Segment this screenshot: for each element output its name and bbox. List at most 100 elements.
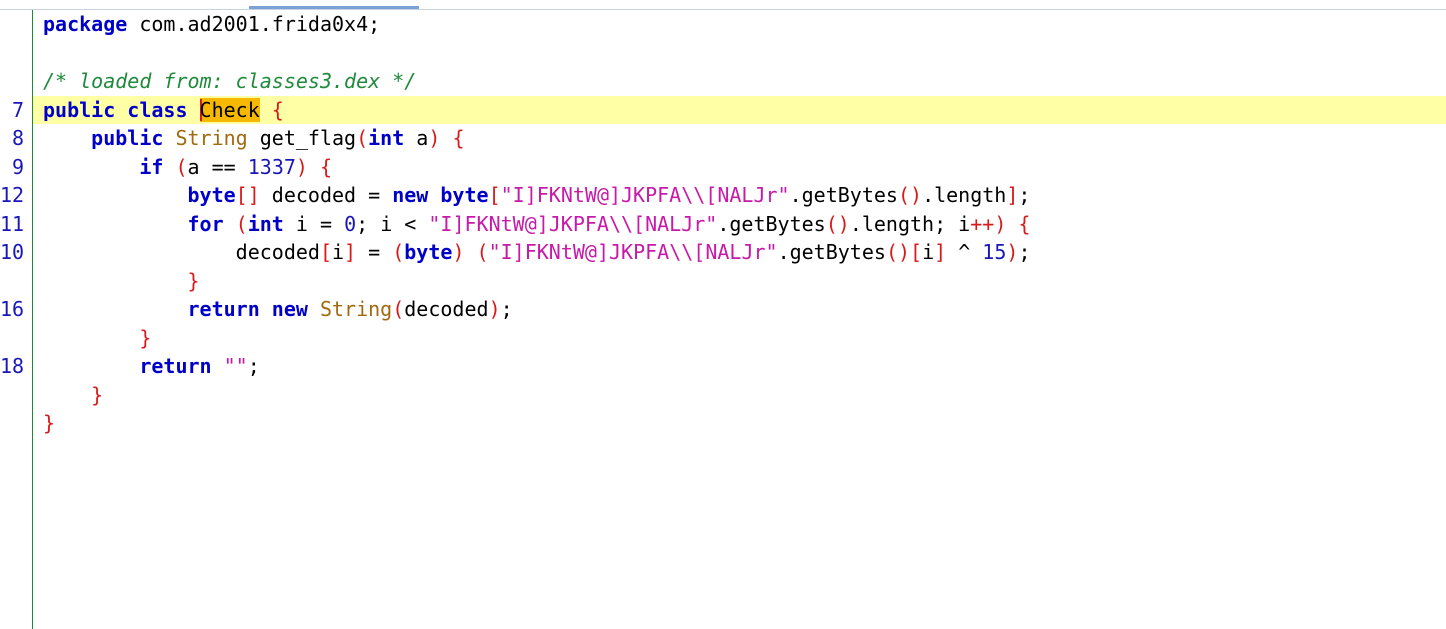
- code-line-comment[interactable]: /* loaded from: classes3.dex */: [33, 67, 1446, 96]
- brace: }: [139, 325, 152, 350]
- editor-tab-strip: [0, 0, 1446, 10]
- keyword: public: [91, 126, 164, 150]
- paren: (: [392, 240, 405, 264]
- increment: ++: [970, 211, 995, 236]
- paren: (: [163, 154, 188, 179]
- package-name: com.ad2001.frida0x4;: [127, 12, 381, 36]
- field: .length: [922, 183, 1007, 207]
- for-init: i =: [283, 211, 345, 236]
- class-name: Check: [199, 97, 260, 122]
- parens: (): [897, 183, 923, 207]
- paren: ): [488, 297, 501, 321]
- string-literal: "I]FKNtW@]JKPFA\\[NALJr": [500, 183, 790, 207]
- line-number: 12: [0, 183, 25, 207]
- brace: {: [259, 97, 284, 122]
- code-line-class-current[interactable]: public class Check {: [33, 95, 1446, 124]
- semicolon: ;: [500, 297, 513, 321]
- keyword: byte: [428, 183, 489, 207]
- code-line-package[interactable]: package com.ad2001.frida0x4;: [33, 10, 1446, 39]
- code-line-decl[interactable]: byte[] decoded = new byte["I]FKNtW@]JKPF…: [33, 181, 1446, 210]
- semicolon: ;: [1018, 240, 1031, 264]
- paren: ): [994, 211, 1007, 236]
- keyword: new: [259, 297, 308, 321]
- keyword: return: [139, 354, 212, 378]
- brace: {: [307, 154, 333, 179]
- assign: =: [356, 240, 393, 264]
- method-name: get_flag: [247, 126, 357, 150]
- number: 1337: [247, 154, 296, 179]
- keyword: int: [247, 211, 284, 236]
- keyword: if: [139, 154, 164, 179]
- keyword: new: [392, 183, 429, 207]
- brace: }: [91, 382, 104, 407]
- bracket: ]: [1006, 183, 1019, 207]
- line-number: 8: [11, 126, 24, 150]
- code-editor[interactable]: 7 8 9 12 11 10 16 18 package com.ad2001.…: [0, 0, 1446, 629]
- paren: (: [392, 297, 405, 321]
- string-literal: "": [211, 354, 248, 378]
- code-line-return-empty[interactable]: return "";: [33, 352, 1446, 381]
- code-line-return-string[interactable]: return new String(decoded);: [33, 295, 1446, 324]
- line-number: 9: [11, 154, 24, 179]
- brace: }: [43, 411, 56, 435]
- keyword: return: [187, 297, 260, 321]
- line-number: 7: [11, 97, 24, 122]
- method-call: .getBytes: [777, 240, 886, 264]
- keyword: public class: [43, 97, 200, 122]
- semicolon: ;: [247, 354, 260, 378]
- bracket: [: [488, 183, 501, 207]
- code-line-close-for[interactable]: }: [33, 267, 1446, 296]
- bracket: [: [910, 240, 923, 264]
- code-line-close-method[interactable]: }: [33, 381, 1446, 410]
- parens: (): [825, 211, 850, 236]
- code-line-method[interactable]: public String get_flag(int a) {: [33, 124, 1446, 153]
- brackets: []: [235, 183, 260, 207]
- brace: {: [1006, 211, 1031, 236]
- code-line-close-if[interactable]: }: [33, 324, 1446, 353]
- method-call: .getBytes: [789, 183, 898, 207]
- type: String: [307, 297, 393, 321]
- number: 0: [344, 211, 357, 236]
- code-line-if[interactable]: if (a == 1337) {: [33, 153, 1446, 182]
- bracket: ]: [344, 240, 357, 264]
- keyword: byte: [187, 183, 236, 207]
- paren: ): [452, 240, 465, 264]
- param: a: [404, 126, 429, 150]
- class-name-highlight[interactable]: Check: [199, 97, 260, 122]
- keyword: byte: [404, 240, 453, 264]
- code-line-close-class[interactable]: }: [33, 409, 1446, 438]
- arg: decoded: [404, 297, 489, 321]
- paren: ): [428, 126, 441, 150]
- paren: (: [464, 240, 489, 264]
- bracket: [: [319, 240, 332, 264]
- paren: ): [1006, 240, 1019, 264]
- var: decoded: [235, 240, 320, 264]
- paren: ): [295, 154, 308, 179]
- for-length: .length; i: [849, 211, 971, 236]
- method-call: .getBytes: [717, 211, 826, 236]
- index: i: [332, 240, 345, 264]
- type: String: [175, 126, 248, 150]
- code-line-assign[interactable]: decoded[i] = (byte) ("I]FKNtW@]JKPFA\\[N…: [33, 238, 1446, 267]
- line-number: 11: [0, 211, 25, 236]
- comment: /* loaded from: classes3.dex */: [43, 69, 417, 93]
- index: i: [922, 240, 935, 264]
- condition: a ==: [187, 154, 248, 179]
- code-area[interactable]: package com.ad2001.frida0x4; /* loaded f…: [33, 10, 1446, 629]
- semicolon: ;: [1018, 183, 1031, 207]
- decl: decoded =: [259, 183, 393, 207]
- string-literal: "I]FKNtW@]JKPFA\\[NALJr": [428, 211, 718, 236]
- xor: ^: [946, 240, 983, 264]
- code-line-for[interactable]: for (int i = 0; i < "I]FKNtW@]JKPFA\\[NA…: [33, 210, 1446, 239]
- paren: (: [356, 126, 369, 150]
- line-number-gutter: 7 8 9 12 11 10 16 18: [0, 10, 33, 629]
- bracket: ]: [934, 240, 947, 264]
- keyword: int: [368, 126, 405, 150]
- paren: (: [223, 211, 248, 236]
- brace: }: [187, 268, 200, 293]
- keyword: package: [43, 12, 128, 36]
- line-number: 18: [0, 354, 25, 378]
- line-number: 16: [0, 297, 25, 321]
- string-literal: "I]FKNtW@]JKPFA\\[NALJr": [488, 240, 778, 264]
- for-cond: ; i <: [356, 211, 429, 236]
